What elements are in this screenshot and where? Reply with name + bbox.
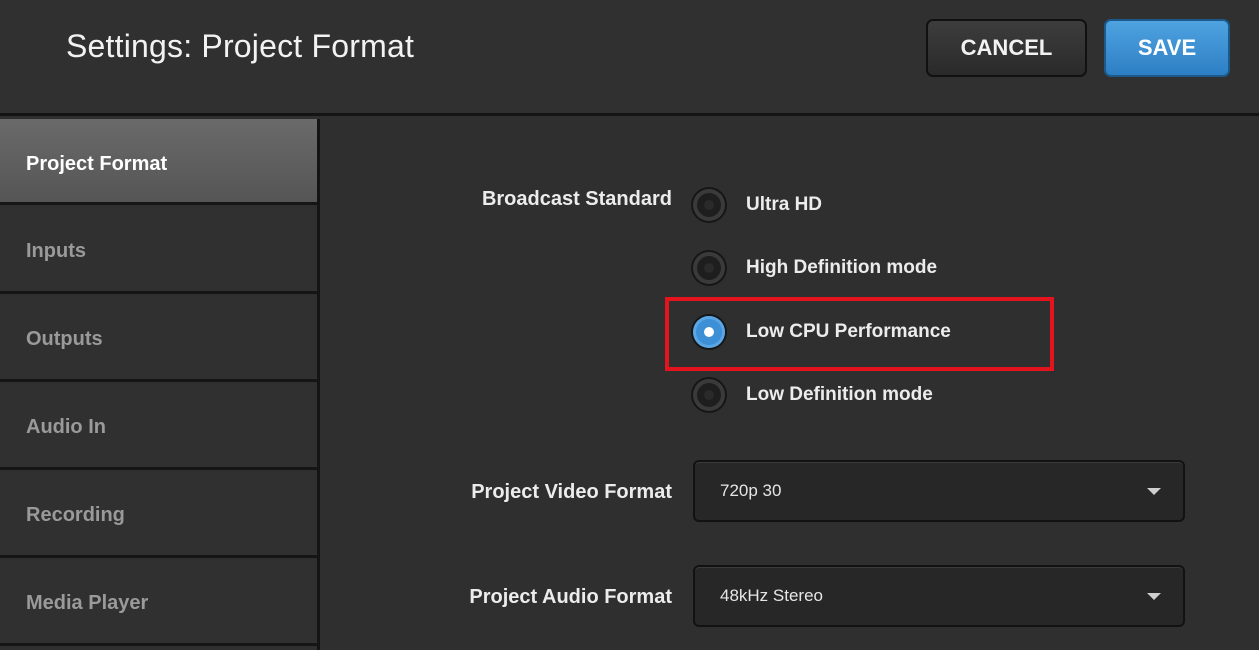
radio-ultra-hd[interactable]: Ultra HD	[693, 187, 822, 223]
highlight-box	[665, 297, 1054, 371]
select-value: 720p 30	[720, 481, 782, 500]
project-audio-format-label: Project Audio Format	[469, 586, 672, 608]
project-audio-format-select[interactable]: 48kHz Stereo	[693, 565, 1185, 627]
project-video-format-select[interactable]: 720p 30	[693, 460, 1185, 522]
radio-label: High Definition mode	[746, 257, 938, 278]
project-video-format-label: Project Video Format	[471, 481, 672, 503]
sidebar-item-recording[interactable]: Recording	[0, 472, 317, 558]
save-button[interactable]: SAVE	[1104, 19, 1230, 77]
radio-label: Low Definition mode	[746, 384, 933, 405]
radio-button-icon[interactable]	[693, 252, 725, 284]
radio-high-definition-mode[interactable]: High Definition mode	[693, 250, 937, 286]
radio-button-icon[interactable]	[693, 189, 725, 221]
radio-label: Ultra HD	[746, 194, 823, 215]
chevron-down-icon	[1147, 593, 1161, 600]
broadcast-standard-label: Broadcast Standard	[481, 188, 672, 210]
page-title: Settings: Project Format	[66, 28, 415, 64]
sidebar-item-media-player[interactable]: Media Player	[0, 560, 317, 646]
radio-button-icon[interactable]	[693, 379, 725, 411]
settings-sidebar: Project Format Inputs Outputs Audio In R…	[0, 119, 320, 650]
radio-low-definition-mode[interactable]: Low Definition mode	[693, 377, 933, 413]
sidebar-item-inputs[interactable]: Inputs	[0, 208, 317, 294]
header-bar: Settings: Project Format CANCEL SAVE	[0, 0, 1259, 116]
sidebar-item-audio-in[interactable]: Audio In	[0, 384, 317, 470]
settings-content: Broadcast Standard Ultra HD High Definit…	[320, 119, 1259, 650]
sidebar-item-outputs[interactable]: Outputs	[0, 296, 317, 382]
sidebar-item-project-format[interactable]: Project Format	[0, 119, 317, 205]
cancel-button[interactable]: CANCEL	[926, 19, 1087, 77]
select-value: 48kHz Stereo	[720, 586, 823, 605]
chevron-down-icon	[1147, 488, 1161, 495]
